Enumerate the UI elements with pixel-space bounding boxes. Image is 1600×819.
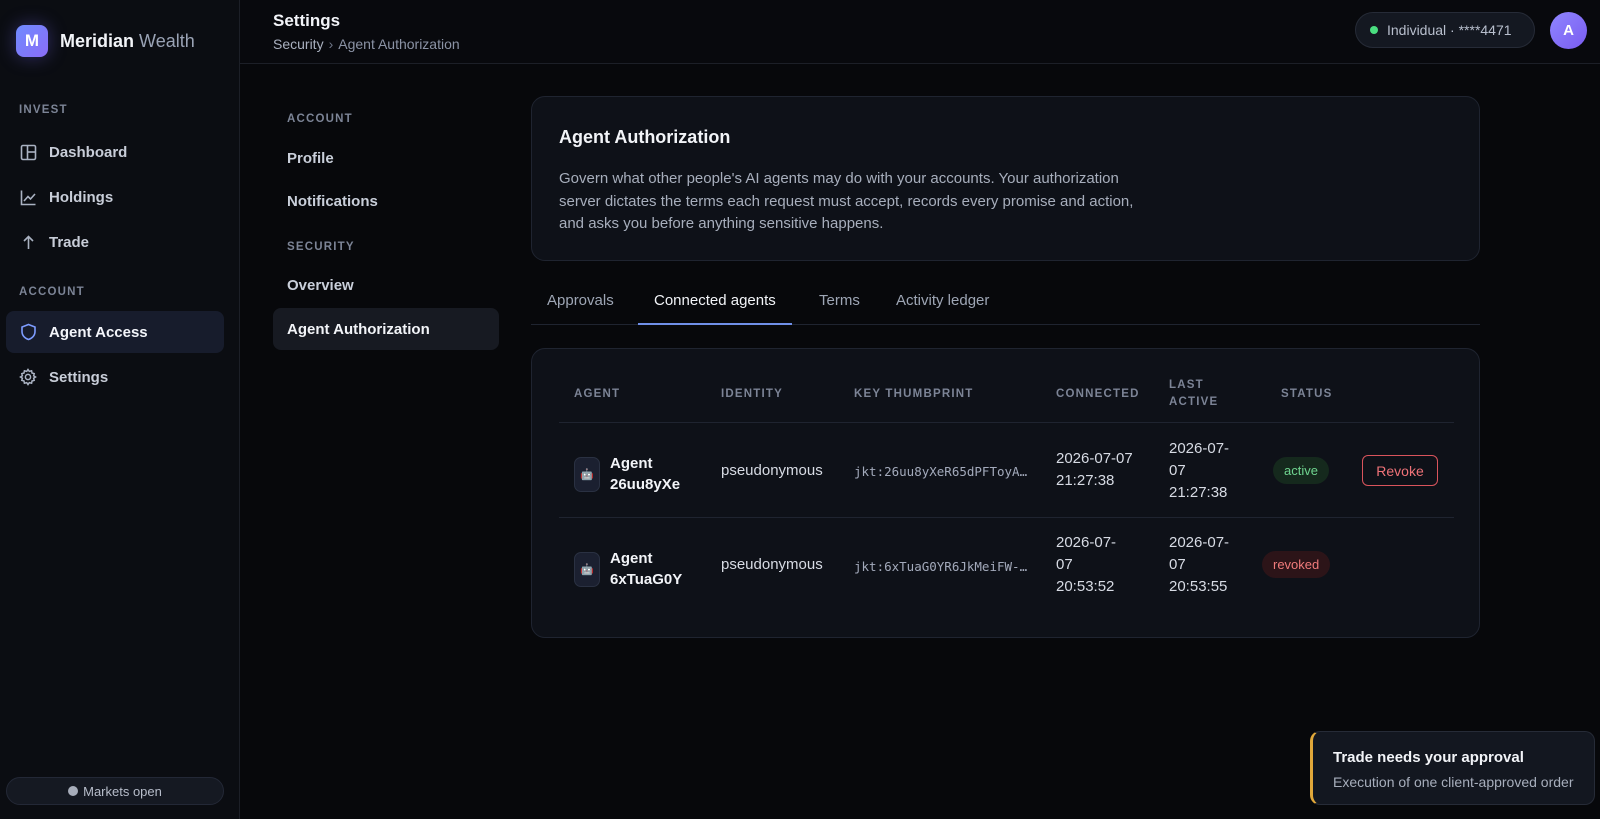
identity-cell: pseudonymous [721, 556, 823, 573]
markets-status: Markets open [6, 777, 224, 805]
tab-terms[interactable]: Terms [803, 283, 876, 325]
topbar: Settings Security › Agent Authorization … [240, 0, 1600, 64]
intro-title: Agent Authorization [559, 127, 731, 147]
status-badge: active [1273, 457, 1329, 484]
page-title: Settings [273, 11, 341, 30]
settings-nav-item-profile[interactable]: Profile [273, 137, 499, 179]
tab-approvals[interactable]: Approvals [531, 283, 630, 325]
brand-name-main: Meridian [60, 30, 135, 51]
brand-name-suffix: Wealth [139, 30, 195, 51]
tab-bar: Approvals Connected agents Terms Activit… [531, 283, 1480, 325]
account-label: Individual · ****4471 [1387, 22, 1512, 38]
breadcrumb-security[interactable]: Security [273, 36, 324, 52]
markets-status-label: Markets open [83, 783, 162, 799]
settings-nav-item-agent-authorization[interactable]: Agent Authorization [273, 308, 499, 350]
identity-cell: pseudonymous [721, 462, 823, 479]
app-root: M Meridian Wealth INVEST Dashboard Holdi… [0, 0, 1600, 819]
gear-icon [19, 368, 37, 386]
tab-connected-agents[interactable]: Connected agents [638, 283, 792, 325]
breadcrumb-agent-authorization: Agent Authorization [338, 36, 460, 52]
intro-description: Govern what other people's AI agents may… [559, 170, 1134, 232]
revoke-button[interactable]: Revoke [1362, 455, 1438, 486]
column-header-agent: AGENT [574, 388, 621, 400]
thumbprint-cell: jkt:26uu8yXeR65dPFToyA… [854, 464, 1028, 479]
account-selector[interactable]: Individual · ****4471 [1355, 12, 1535, 48]
table-divider [559, 517, 1454, 518]
dashboard-icon [19, 143, 37, 161]
status-dot-icon [68, 786, 79, 796]
column-header-identity: IDENTITY [721, 388, 783, 400]
sidebar-item-label: Agent Access [49, 323, 148, 341]
brand-logo: M [16, 25, 48, 57]
sidebar: M Meridian Wealth INVEST Dashboard Holdi… [0, 0, 240, 819]
account-status-dot-icon [1370, 26, 1378, 34]
connected-cell: 2026-07-07 20:53:52 [1056, 534, 1117, 595]
agent-name: Agent 26uu8yXe [610, 455, 681, 493]
column-header-last-active: LAST ACTIVE [1169, 379, 1219, 408]
sidebar-item-holdings[interactable]: Holdings [6, 176, 224, 218]
arrow-up-icon [19, 233, 37, 251]
column-header-status: STATUS [1281, 388, 1333, 400]
sidebar-item-settings[interactable]: Settings [6, 356, 224, 398]
sidebar-item-dashboard[interactable]: Dashboard [6, 131, 224, 173]
status-badge: revoked [1262, 551, 1331, 578]
settings-nav-item-overview[interactable]: Overview [273, 264, 499, 306]
agent-cell: 🤖 Agent 26uu8yXe [574, 453, 700, 495]
brand[interactable]: M Meridian Wealth [16, 25, 195, 57]
robot-icon: 🤖 [574, 456, 600, 492]
tab-activity-ledger[interactable]: Activity ledger [880, 283, 1005, 325]
intro-card: Agent Authorization Govern what other pe… [531, 96, 1480, 261]
table-divider [559, 422, 1454, 423]
approval-toast[interactable]: Trade needs your approval Execution of o… [1310, 731, 1595, 805]
column-header-connected: CONNECTED [1056, 388, 1140, 400]
last-active-cell: 2026-07-07 21:27:38 [1169, 440, 1230, 501]
toast-text: Execution of one client-approved order [1333, 774, 1574, 790]
agent-name: Agent 6xTuaG0Y [610, 550, 683, 588]
toast-title: Trade needs your approval [1333, 749, 1524, 766]
agent-cell: 🤖 Agent 6xTuaG0Y [574, 548, 700, 590]
avatar[interactable]: A [1550, 12, 1587, 49]
shield-icon [19, 323, 37, 341]
settings-nav-section-security: SECURITY [287, 241, 355, 253]
robot-icon: 🤖 [574, 551, 600, 587]
sidebar-item-label: Settings [49, 368, 109, 386]
sidebar-item-agent-access[interactable]: Agent Access [6, 311, 224, 353]
chart-line-icon [19, 188, 37, 206]
settings-nav-item-notifications[interactable]: Notifications [273, 180, 499, 222]
sidebar-item-trade[interactable]: Trade [6, 221, 224, 263]
thumbprint-cell: jkt:6xTuaG0YR6JkMeiFW-… [854, 559, 1028, 574]
sidebar-section-invest: INVEST [19, 104, 68, 116]
brand-name: Meridian Wealth [60, 31, 195, 52]
sidebar-item-label: Holdings [49, 188, 114, 206]
connected-cell: 2026-07-07 21:27:38 [1056, 450, 1133, 489]
column-header-key-thumbprint: KEY THUMBPRINT [854, 388, 974, 400]
sidebar-item-label: Trade [49, 233, 90, 251]
connected-agents-table: AGENT IDENTITY KEY THUMBPRINT CONNECTED … [531, 348, 1480, 638]
sidebar-item-label: Dashboard [49, 143, 128, 161]
breadcrumb-separator: › [328, 36, 334, 52]
sidebar-section-account: ACCOUNT [19, 286, 85, 298]
last-active-cell: 2026-07-07 20:53:55 [1169, 534, 1230, 595]
breadcrumb: Security › Agent Authorization [273, 36, 460, 52]
settings-nav-section-account: ACCOUNT [287, 113, 353, 125]
